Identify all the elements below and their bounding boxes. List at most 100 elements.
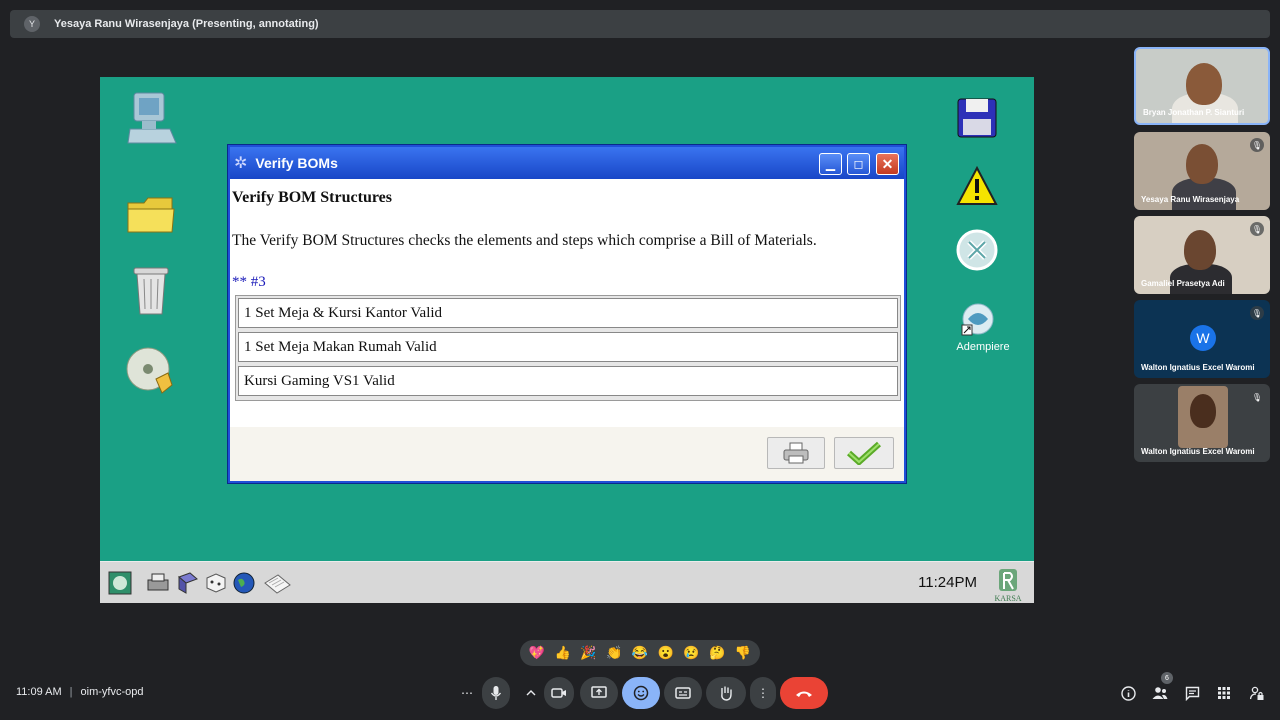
reaction-thumbs-up[interactable]: 👍 <box>555 645 571 661</box>
participant-video <box>1186 63 1222 105</box>
participant-video <box>1186 144 1218 184</box>
mic-off-icon: 🎙 <box>1250 222 1264 236</box>
meeting-time: 11:09 AM <box>16 686 62 698</box>
globe-icon[interactable] <box>232 571 256 595</box>
mic-off-icon: 🎙 <box>1250 306 1264 320</box>
printer-icon <box>783 442 809 464</box>
chevron-up-icon <box>526 690 536 696</box>
dice-icon[interactable] <box>204 571 228 595</box>
ok-button[interactable] <box>834 437 894 469</box>
host-controls-button[interactable] <box>1248 684 1266 702</box>
mic-icon <box>490 686 502 700</box>
participant-video <box>1184 230 1216 270</box>
list-item: 1 Set Meja & Kursi Kantor Valid <box>238 298 898 328</box>
avatar: W <box>1190 325 1216 351</box>
reaction-thumbs-down[interactable]: 👎 <box>735 645 751 661</box>
bom-result-list: 1 Set Meja & Kursi Kantor Valid 1 Set Me… <box>235 295 901 401</box>
more-options-button[interactable]: ⋮ <box>750 677 776 709</box>
captions-icon <box>675 687 691 699</box>
trash-icon[interactable] <box>130 262 172 316</box>
lock-person-icon <box>1250 686 1264 700</box>
present-button[interactable] <box>580 677 618 709</box>
reaction-sad[interactable]: 😢 <box>683 645 699 661</box>
participant-name: Yesaya Ranu Wirasenjaya <box>1141 195 1240 204</box>
participant-name: Walton Ignatius Excel Waromi <box>1141 447 1255 456</box>
mic-button[interactable] <box>482 677 510 709</box>
participant-tile[interactable]: 🎙 Gamaliel Prasetya Adi <box>1134 216 1270 294</box>
more-options-left-button[interactable]: ⋯ <box>452 677 482 709</box>
warning-icon[interactable] <box>956 165 998 207</box>
error-close-icon[interactable] <box>956 229 998 271</box>
list-item: 1 Set Meja Makan Rumah Valid <box>238 332 898 362</box>
presenter-avatar: Y <box>24 16 40 32</box>
meeting-code: oim-yfvc-opd <box>80 686 144 698</box>
dialog-footer <box>230 427 904 481</box>
info-icon <box>1120 685 1136 701</box>
reaction-laugh[interactable]: 😂 <box>632 645 648 661</box>
verify-boms-dialog: ✲ Verify BOMs ▁ ◻ ✕ Verify BOM Structure… <box>228 145 906 483</box>
chat-button[interactable] <box>1183 684 1201 702</box>
mic-options-button[interactable] <box>518 677 544 709</box>
maximize-button[interactable]: ◻ <box>847 153 870 175</box>
karsa-logo: KARSA <box>990 567 1026 603</box>
cd-install-icon[interactable] <box>126 345 176 397</box>
presenter-label: Yesaya Ranu Wirasenjaya (Presenting, ann… <box>54 18 319 30</box>
floppy-save-icon[interactable] <box>956 97 998 139</box>
participant-tile[interactable]: 🎙 Yesaya Ranu Wirasenjaya <box>1134 132 1270 210</box>
book-icon[interactable] <box>176 571 200 595</box>
participant-tile[interactable]: W 🎙 Walton Ignatius Excel Waromi <box>1134 300 1270 378</box>
present-screen-icon <box>591 686 607 698</box>
participant-count-badge: 6 <box>1161 672 1173 684</box>
dialog-title: Verify BOMs <box>255 155 338 171</box>
captions-button[interactable] <box>664 677 702 709</box>
meeting-separator: | <box>69 686 73 698</box>
meeting-info: 11:09 AM | oim-yfvc-opd <box>16 686 144 698</box>
gear-icon: ✲ <box>234 155 248 172</box>
raise-hand-button[interactable] <box>706 677 746 709</box>
minimize-button[interactable]: ▁ <box>819 153 842 175</box>
emoji-icon <box>633 685 649 701</box>
dialog-reference: ** #3 <box>232 274 266 290</box>
mic-off-icon: 🎙 <box>1250 138 1264 152</box>
people-button[interactable] <box>1151 684 1169 702</box>
desktop-clock: 11:24PM <box>918 574 977 591</box>
print-button[interactable] <box>767 437 825 469</box>
activities-button[interactable] <box>1215 684 1233 702</box>
dialog-description: The Verify BOM Structures checks the ele… <box>232 232 817 249</box>
reaction-clap[interactable]: 👏 <box>606 645 622 661</box>
hang-up-icon <box>796 691 812 697</box>
mic-off-icon: 🎙 <box>1250 390 1264 404</box>
meeting-details-button[interactable] <box>1119 684 1137 702</box>
camera-icon <box>551 688 566 698</box>
reaction-thinking[interactable]: 🤔 <box>709 645 725 661</box>
desktop-taskbar: 11:24PM KARSA <box>100 561 1034 603</box>
participant-name: Bryan Jonathan P. Sianturi <box>1143 108 1245 117</box>
reaction-heart[interactable]: 💖 <box>529 645 545 661</box>
dialog-heading: Verify BOM Structures <box>232 189 392 206</box>
karsa-logo-mark <box>999 569 1017 591</box>
reaction-party[interactable]: 🎉 <box>580 645 596 661</box>
folder-icon[interactable] <box>126 195 176 235</box>
adempiere-shortcut[interactable]: Adempiere <box>956 303 1010 353</box>
chat-icon <box>1185 686 1199 701</box>
list-item: Kursi Gaming VS1 Valid <box>238 366 898 396</box>
computer-icon[interactable] <box>126 89 178 151</box>
reactions-bar: 💖 👍 🎉 👏 😂 😮 😢 🤔 👎 <box>520 640 760 666</box>
dialog-titlebar[interactable]: ✲ Verify BOMs ▁ ◻ ✕ <box>230 147 904 179</box>
participant-tile[interactable]: 🎙 Walton Ignatius Excel Waromi <box>1134 384 1270 462</box>
leave-call-button[interactable] <box>780 677 828 709</box>
close-button[interactable]: ✕ <box>876 153 899 175</box>
shared-screen: Adempiere ✲ Verify BOMs ▁ ◻ ✕ Verify BOM… <box>100 77 1034 603</box>
printer-icon[interactable] <box>146 571 170 595</box>
camera-button[interactable] <box>544 677 574 709</box>
people-icon <box>1152 687 1168 699</box>
reaction-surprised[interactable]: 😮 <box>658 645 674 661</box>
checkmark-icon <box>847 441 881 465</box>
karsa-logo-text: KARSA <box>994 594 1022 603</box>
participant-video <box>1190 394 1216 428</box>
reactions-button[interactable] <box>622 677 660 709</box>
start-icon[interactable] <box>108 571 132 595</box>
participant-tile[interactable]: Bryan Jonathan P. Sianturi <box>1134 47 1270 125</box>
hand-icon <box>721 686 732 701</box>
papers-icon[interactable] <box>262 571 292 595</box>
